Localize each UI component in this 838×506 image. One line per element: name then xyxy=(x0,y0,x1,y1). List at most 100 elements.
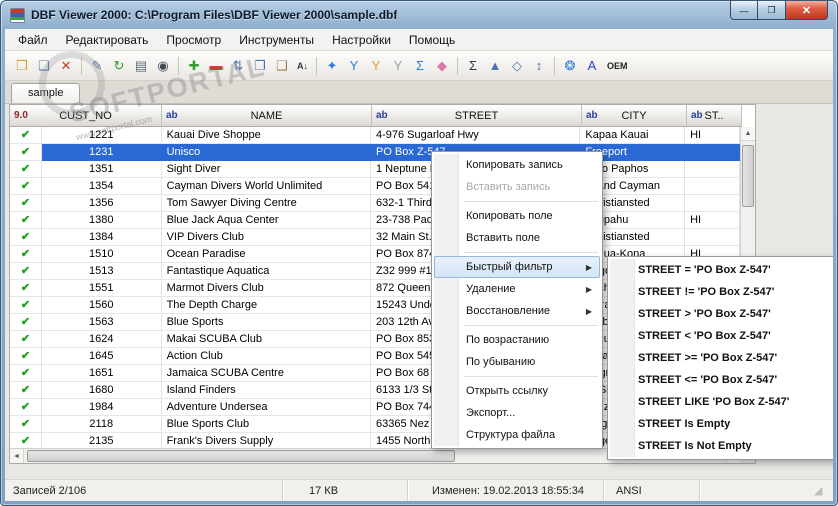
cell-cust-no[interactable]: 1351 xyxy=(42,161,162,178)
column-header-st[interactable]: abST.. xyxy=(687,105,742,127)
context-menu-item[interactable]: Структура файла xyxy=(434,424,600,446)
fit-height-icon[interactable]: ↕ xyxy=(528,55,550,77)
scroll-up-icon[interactable]: ▲ xyxy=(741,127,755,141)
context-menu-item[interactable]: Копировать поле xyxy=(434,205,600,227)
cell-name[interactable]: VIP Divers Club xyxy=(162,229,371,246)
cell-city[interactable]: Kapaa Kauai xyxy=(580,127,685,144)
menu-file[interactable]: Файл xyxy=(9,31,57,49)
oem-mode-icon[interactable]: OEM xyxy=(603,55,632,77)
menu-view[interactable]: Просмотр xyxy=(157,31,230,49)
cell-st[interactable] xyxy=(685,178,740,195)
cell-st[interactable] xyxy=(685,161,740,178)
table-row[interactable]: ✔1354Cayman Divers World UnlimitedPO Box… xyxy=(10,178,740,195)
title-bar[interactable]: DBF Viewer 2000: C:\Program Files\DBF Vi… xyxy=(1,1,837,29)
context-menu-item[interactable]: Вставить поле xyxy=(434,227,600,249)
menu-settings[interactable]: Настройки xyxy=(323,31,400,49)
cell-cust-no[interactable]: 1645 xyxy=(42,348,162,365)
scroll-left-icon[interactable]: ◄ xyxy=(10,449,24,463)
table-row[interactable]: ✔1380Blue Jack Aqua Center23-738 Padding… xyxy=(10,212,740,229)
cell-cust-no[interactable]: 1354 xyxy=(42,178,162,195)
column-header-city[interactable]: abCITY xyxy=(582,105,687,127)
context-menu-item[interactable]: Удаление▶ xyxy=(434,278,600,300)
cell-cust-no[interactable]: 1384 xyxy=(42,229,162,246)
context-menu-item[interactable]: По возрастанию xyxy=(434,329,600,351)
table-row[interactable]: ✔1221Kauai Dive Shoppe4-976 Sugarloaf Hw… xyxy=(10,127,740,144)
close-button[interactable]: ✕ xyxy=(786,1,828,20)
minimize-button[interactable]: — xyxy=(730,1,758,20)
cell-name[interactable]: Tom Sawyer Diving Centre xyxy=(162,195,371,212)
column-header-name[interactable]: abNAME xyxy=(162,105,372,127)
filter-menu-item[interactable]: STREET <= 'PO Box Z-547' xyxy=(610,369,832,391)
cell-cust-no[interactable]: 1356 xyxy=(42,195,162,212)
add-record-icon[interactable]: ✚ xyxy=(183,55,205,77)
cell-name[interactable]: Island Finders xyxy=(162,382,371,399)
context-menu-item[interactable]: Экспорт... xyxy=(434,402,600,424)
menu-tools[interactable]: Инструменты xyxy=(230,31,323,49)
filter-menu-item[interactable]: STREET Is Not Empty xyxy=(610,435,832,457)
print-icon[interactable]: ▤ xyxy=(130,55,152,77)
context-menu-item[interactable]: Вставить запись xyxy=(434,176,600,198)
filter-menu-item[interactable]: STREET != 'PO Box Z-547' xyxy=(610,281,832,303)
delete-file-icon[interactable]: ✕ xyxy=(55,55,77,77)
filter-menu-item[interactable]: STREET >= 'PO Box Z-547' xyxy=(610,347,832,369)
cell-cust-no[interactable]: 1984 xyxy=(42,399,162,416)
cell-cust-no[interactable]: 1563 xyxy=(42,314,162,331)
table-row[interactable]: ✔1231UniscoPO Box Z-547Freeport xyxy=(10,144,740,161)
table-row[interactable]: ✔1356Tom Sawyer Diving Centre632-1 Third… xyxy=(10,195,740,212)
horizontal-scroll-thumb[interactable] xyxy=(27,450,455,462)
cell-name[interactable]: Makai SCUBA Club xyxy=(162,331,371,348)
cell-name[interactable]: Frank's Divers Supply xyxy=(162,433,371,448)
table-row[interactable]: ✔1384VIP Divers Club32 Main St.Christian… xyxy=(10,229,740,246)
cell-name[interactable]: Marmot Divers Club xyxy=(162,280,371,297)
tab-sample[interactable]: sample xyxy=(11,83,80,103)
copy-record-icon[interactable]: ❐ xyxy=(249,55,271,77)
comment-bubble-icon[interactable]: ✦ xyxy=(321,55,343,77)
delete-record-icon[interactable]: ▬ xyxy=(205,55,227,77)
cell-name[interactable]: Blue Sports Club xyxy=(162,416,371,433)
cell-name[interactable]: Action Club xyxy=(162,348,371,365)
cell-name[interactable]: Unisco xyxy=(162,144,371,161)
cell-cust-no[interactable]: 1680 xyxy=(42,382,162,399)
find-icon[interactable]: ◉ xyxy=(152,55,174,77)
cell-st[interactable] xyxy=(685,229,740,246)
context-menu-item[interactable]: Восстановление▶ xyxy=(434,300,600,322)
cell-name[interactable]: Cayman Divers World Unlimited xyxy=(162,178,371,195)
filter-menu-item[interactable]: STREET > 'PO Box Z-547' xyxy=(610,303,832,325)
cell-cust-no[interactable]: 1231 xyxy=(42,144,162,161)
cell-cust-no[interactable]: 1510 xyxy=(42,246,162,263)
filter-add-icon[interactable]: Y xyxy=(365,55,387,77)
cell-name[interactable]: Fantastique Aquatica xyxy=(162,263,371,280)
open-file-icon[interactable]: ❒ xyxy=(11,55,33,77)
cell-name[interactable]: Sight Diver xyxy=(162,161,371,178)
cell-cust-no[interactable]: 1560 xyxy=(42,297,162,314)
cell-name[interactable]: The Depth Charge xyxy=(162,297,371,314)
move-record-icon[interactable]: ⇅ xyxy=(227,55,249,77)
font-color-icon[interactable]: A xyxy=(581,55,603,77)
context-menu-item[interactable]: По убыванию xyxy=(434,351,600,373)
cell-cust-no[interactable]: 2135 xyxy=(42,433,162,448)
context-menu-item[interactable]: Открыть ссылку xyxy=(434,380,600,402)
filter-menu-item[interactable]: STREET LIKE 'PO Box Z-547' xyxy=(610,391,832,413)
vertical-scroll-thumb[interactable] xyxy=(742,145,754,207)
cell-st[interactable] xyxy=(685,195,740,212)
column-header-street[interactable]: abSTREET xyxy=(372,105,582,127)
table-row[interactable]: ✔1351Sight Diver1 Neptune LaneKato Papho… xyxy=(10,161,740,178)
filter-menu-item[interactable]: STREET < 'PO Box Z-547' xyxy=(610,325,832,347)
filter-menu-item[interactable]: STREET = 'PO Box Z-547' xyxy=(610,259,832,281)
cell-name[interactable]: Adventure Undersea xyxy=(162,399,371,416)
cell-cust-no[interactable]: 1221 xyxy=(42,127,162,144)
sort-az-icon[interactable]: A↓ xyxy=(293,55,312,77)
sigma-icon[interactable]: Σ xyxy=(462,55,484,77)
cell-name[interactable]: Jamaica SCUBA Centre xyxy=(162,365,371,382)
cell-cust-no[interactable]: 1380 xyxy=(42,212,162,229)
cell-st[interactable]: HI xyxy=(685,127,740,144)
diamond-icon[interactable]: ◇ xyxy=(506,55,528,77)
cell-name[interactable]: Blue Jack Aqua Center xyxy=(162,212,371,229)
cell-st[interactable]: HI xyxy=(685,212,740,229)
cell-cust-no[interactable]: 2118 xyxy=(42,416,162,433)
menu-edit[interactable]: Редактировать xyxy=(57,31,158,49)
cell-name[interactable]: Blue Sports xyxy=(162,314,371,331)
eraser-icon[interactable]: ◆ xyxy=(431,55,453,77)
cell-cust-no[interactable]: 1651 xyxy=(42,365,162,382)
cell-cust-no[interactable]: 1551 xyxy=(42,280,162,297)
